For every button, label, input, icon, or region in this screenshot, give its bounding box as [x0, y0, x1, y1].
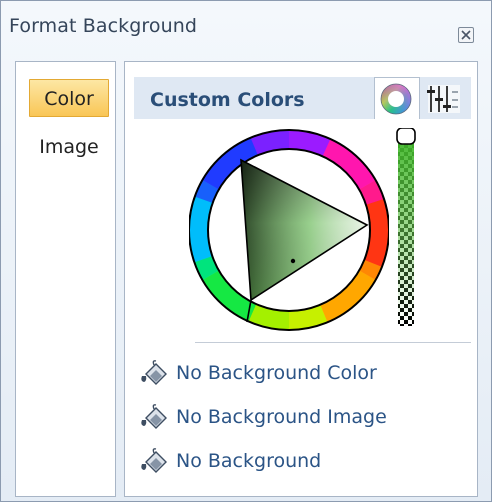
paint-bucket-icon: [141, 448, 167, 473]
separator: [195, 342, 471, 343]
tab-sliders[interactable]: [426, 83, 462, 115]
category-list: Color Image: [15, 61, 116, 497]
category-image[interactable]: Image: [29, 128, 109, 166]
paint-bucket-icon: [141, 360, 167, 385]
no-background-color-label: No Background Color: [176, 362, 377, 384]
no-background-image-link[interactable]: No Background Image: [138, 402, 458, 432]
color-wheel[interactable]: [188, 128, 390, 336]
category-color-label: Color: [44, 88, 94, 110]
format-background-panel: Format Background Color Image Custom Col…: [0, 0, 492, 502]
color-picker-marker: [290, 258, 296, 264]
sliders-icon: [427, 85, 460, 113]
no-background-color-link[interactable]: No Background Color: [138, 358, 458, 388]
color-tab-bar: Custom Colors: [134, 77, 471, 119]
transparency-slider[interactable]: [396, 127, 416, 332]
tab-color-wheel[interactable]: [374, 77, 420, 119]
panel-title: Format Background: [9, 15, 198, 37]
slider-thumb: [396, 127, 416, 145]
category-color[interactable]: Color: [29, 79, 109, 117]
no-background-label: No Background: [176, 450, 322, 472]
paint-bucket-icon: [141, 404, 167, 429]
custom-colors-heading: Custom Colors: [150, 89, 305, 111]
no-background-link[interactable]: No Background: [138, 446, 458, 476]
no-background-image-label: No Background Image: [176, 406, 387, 428]
color-wheel-icon: [380, 83, 412, 115]
title-bar: Format Background: [1, 1, 491, 43]
close-icon: [461, 30, 471, 40]
close-button[interactable]: [458, 27, 474, 43]
color-settings-panel: Custom Colors No Background Color No Bac…: [124, 61, 478, 497]
category-image-label: Image: [39, 136, 99, 158]
